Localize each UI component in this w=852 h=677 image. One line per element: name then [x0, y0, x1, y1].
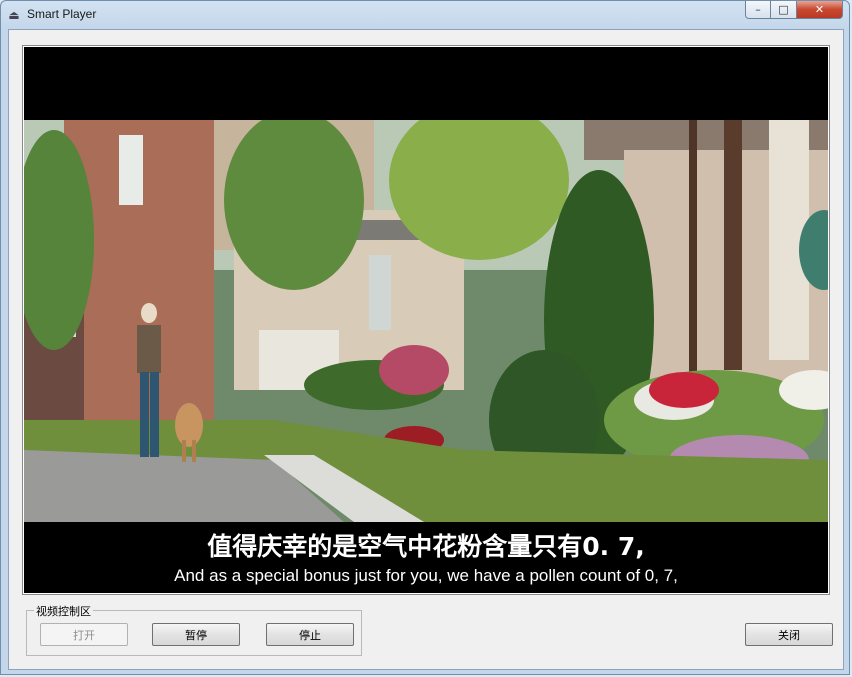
player-icon: ⏏: [8, 8, 20, 22]
video-control-group: 视频控制区 打开 暂停 停止: [26, 603, 362, 656]
caption-buttons: – □ ✕: [745, 1, 843, 20]
player-window: ⏏ Smart Player – □ ✕ 值得庆幸的是空气中花粉含量只有0. 7…: [0, 0, 850, 675]
title-bar[interactable]: ⏏ Smart Player – □ ✕: [1, 1, 849, 29]
minimize-icon: –: [755, 3, 761, 16]
client-area: 值得庆幸的是空气中花粉含量只有0. 7, And as a special bo…: [8, 29, 844, 670]
maximize-button[interactable]: □: [771, 1, 797, 19]
minimize-button[interactable]: –: [745, 1, 771, 19]
maximize-icon: □: [778, 3, 789, 16]
video-frame: 值得庆幸的是空气中花粉含量只有0. 7, And as a special bo…: [22, 45, 830, 595]
subtitle-english: And as a special bonus just for you, we …: [174, 566, 678, 585]
subtitle-chinese: 值得庆幸的是空气中花粉含量只有0. 7,: [207, 532, 645, 561]
group-label: 视频控制区: [34, 603, 93, 619]
open-button[interactable]: 打开: [40, 623, 128, 646]
close-icon: ✕: [814, 3, 825, 16]
video-frame-image: [24, 120, 828, 522]
pause-button[interactable]: 暂停: [152, 623, 240, 646]
close-window-button[interactable]: ✕: [797, 1, 843, 19]
window-title: Smart Player: [27, 7, 97, 21]
stop-button[interactable]: 停止: [266, 623, 354, 646]
close-button[interactable]: 关闭: [745, 623, 833, 646]
video-display[interactable]: 值得庆幸的是空气中花粉含量只有0. 7, And as a special bo…: [24, 47, 828, 593]
